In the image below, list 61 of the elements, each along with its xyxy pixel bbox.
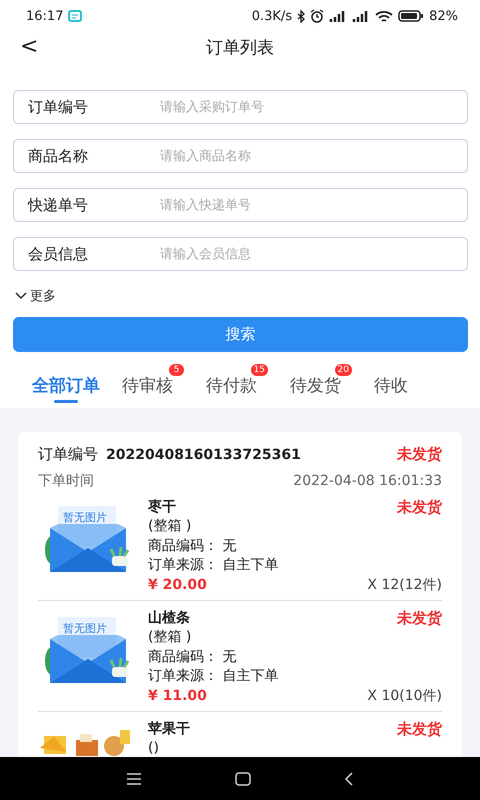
input-field[interactable]: 请输入快递单号 [158, 196, 453, 214]
price: ¥ 11.00 [148, 686, 207, 706]
count-badge: 15 [250, 364, 268, 376]
order-number: 20220408160133725361 [106, 447, 301, 463]
quantity: X 12(12件) [367, 576, 442, 595]
input-field[interactable]: 请输入会员信息 [158, 246, 453, 262]
form-field[interactable]: 商品名称 请输入商品名称 [13, 139, 468, 173]
item-status: 未发货 [397, 720, 442, 740]
order-number-label: 订单编号 [38, 445, 98, 463]
form-field[interactable]: 快递单号 请输入快递单号 [13, 188, 468, 222]
product-name: 枣干 [148, 498, 176, 517]
order-time-label: 下单时间 [38, 472, 94, 490]
order-source: 订单来源： 自主下单 [148, 556, 280, 576]
home-icon[interactable] [234, 772, 251, 786]
back-button[interactable]: < [16, 32, 42, 62]
price: ¥ 20.00 [148, 576, 207, 595]
signal-icon [329, 10, 348, 22]
battery-level: 82% [429, 8, 458, 24]
signal-icon [352, 10, 370, 22]
product-spec: (整箱 ) [148, 517, 192, 536]
tab[interactable]: 待付款 15 [206, 364, 268, 402]
network-speed: 0.3K/s [252, 8, 292, 24]
tab[interactable]: 待发货 20 [290, 364, 352, 402]
field-label: 快递单号 [28, 196, 89, 214]
menu-icon[interactable] [126, 772, 142, 784]
product-spec: (整箱 ) [148, 628, 192, 648]
item-status: 未发货 [397, 498, 442, 518]
quantity: X 10(10件) [367, 686, 442, 706]
back-icon[interactable] [344, 772, 354, 786]
input-field[interactable]: 请输入商品名称 [158, 148, 453, 164]
order-source: 订单来源： 自主下单 [148, 667, 280, 686]
image-caption: 暂无图片 [63, 621, 107, 636]
form-field[interactable]: 会员信息 请输入会员信息 [13, 237, 468, 271]
item-status: 未发货 [397, 609, 442, 628]
page-title: 订单列表 [206, 36, 274, 58]
product-spec: () [148, 739, 160, 757]
bluetooth-icon [297, 10, 306, 22]
tab[interactable]: 全部订单 [32, 364, 100, 402]
wifi-icon [375, 10, 394, 22]
field-label: 商品名称 [28, 146, 89, 166]
order-time: 2022-04-08 16:01:33 [293, 473, 442, 489]
count-badge: 5 [169, 364, 184, 376]
field-label: 会员信息 [28, 244, 89, 264]
image-caption: 暂无图片 [63, 510, 107, 525]
form-field[interactable]: 订单编号 请输入采购订单号 [13, 90, 468, 124]
product-code: 商品编码： 无 [148, 536, 238, 556]
clock: 16:17 [26, 8, 64, 24]
alarm-icon [310, 9, 324, 23]
product-code: 商品编码： 无 [148, 648, 238, 667]
product-name: 苹果干 [148, 720, 190, 740]
tab[interactable]: 待收 [374, 364, 419, 402]
order-status: 未发货 [397, 444, 442, 464]
more-toggle[interactable]: 更多 [14, 287, 56, 305]
field-label: 订单编号 [28, 98, 89, 116]
chevron-down-icon [14, 292, 28, 300]
input-field[interactable]: 请输入采购订单号 [158, 98, 453, 116]
message-icon [68, 10, 82, 22]
product-name: 山楂条 [148, 609, 190, 628]
tab[interactable]: 待审核 5 [122, 364, 184, 402]
battery-icon [398, 10, 424, 22]
count-badge: 20 [334, 364, 352, 376]
